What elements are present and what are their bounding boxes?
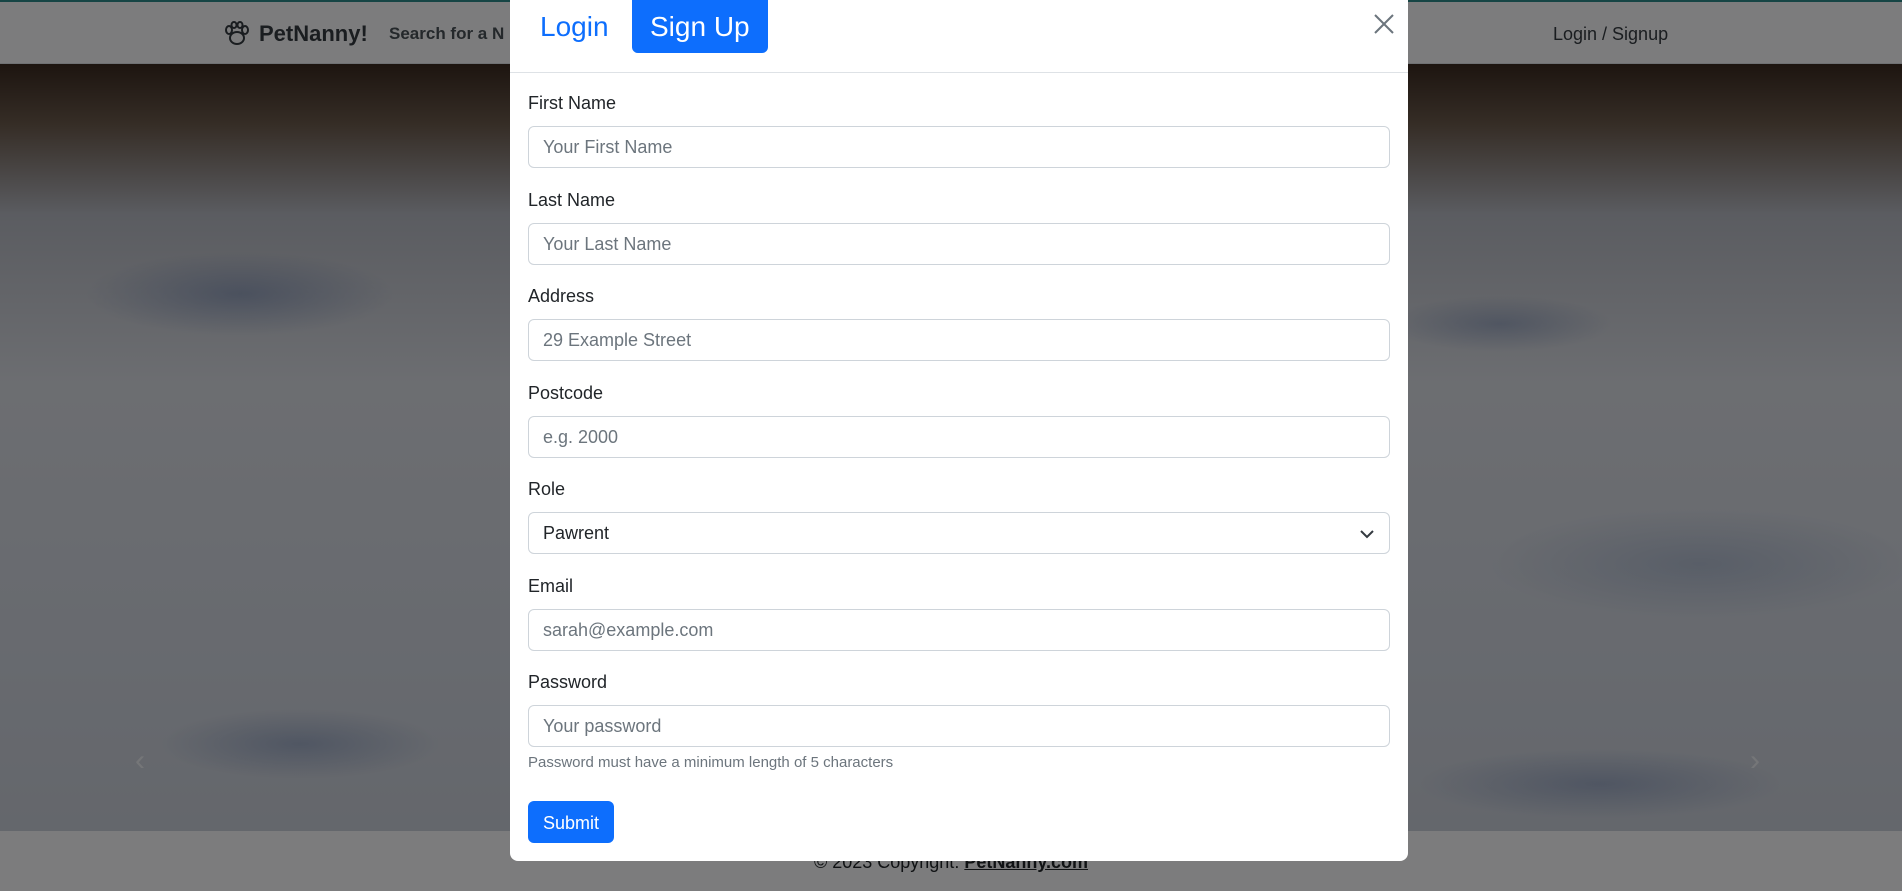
chevron-down-icon — [1359, 526, 1375, 542]
address-label: Address — [528, 286, 595, 306]
address-input[interactable] — [528, 319, 1390, 361]
last-name-label: Last Name — [528, 190, 616, 210]
postcode-input[interactable] — [528, 416, 1390, 458]
password-help-text: Password must have a minimum length of 5… — [528, 754, 894, 771]
password-label: Password — [528, 672, 608, 692]
first-name-input[interactable] — [528, 126, 1390, 168]
tab-signup[interactable]: Sign Up — [632, 0, 768, 53]
role-label: Role — [528, 479, 566, 499]
close-button[interactable] — [1372, 12, 1396, 36]
email-label: Email — [528, 576, 574, 596]
postcode-label: Postcode — [528, 383, 604, 403]
email-input[interactable] — [528, 609, 1390, 651]
page: PetNanny! Search for a N Login / Signup … — [0, 0, 1902, 891]
password-input[interactable] — [528, 705, 1390, 747]
role-selected-value: Pawrent — [543, 523, 610, 543]
close-icon — [1372, 12, 1396, 36]
role-select[interactable]: Pawrent — [528, 512, 1390, 554]
tab-login[interactable]: Login — [526, 0, 623, 53]
first-name-label: First Name — [528, 93, 617, 113]
submit-button[interactable]: Submit — [528, 801, 614, 843]
auth-modal: Login Sign Up First Name Last Name Addre… — [510, 0, 1408, 861]
last-name-input[interactable] — [528, 223, 1390, 265]
modal-header: Login Sign Up — [510, 0, 1408, 73]
